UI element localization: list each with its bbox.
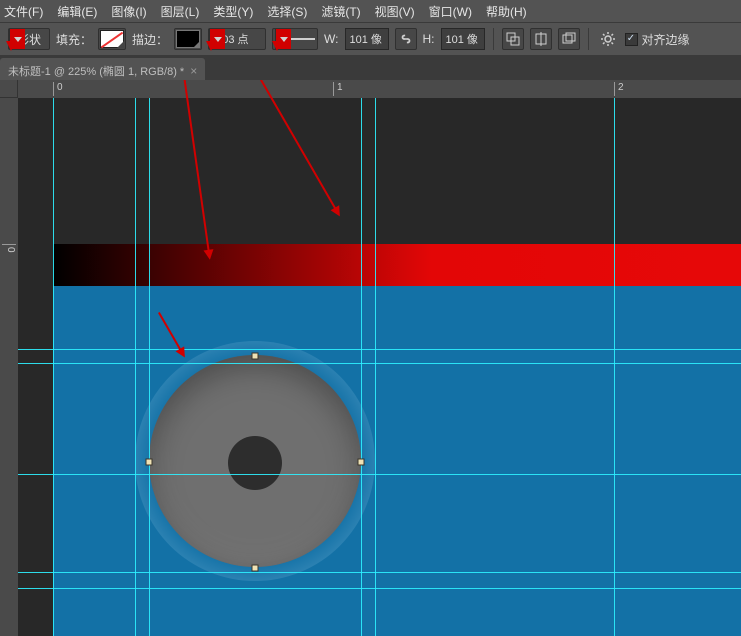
menu-view[interactable]: 视图(V) [375,3,415,20]
align-edges-checkbox[interactable]: ✓ 对齐边缘 [625,31,690,48]
stroke-color-icon [176,30,200,48]
close-icon[interactable]: × [190,64,197,78]
ruler-tick: 0 [53,82,63,96]
align-icon [534,32,548,46]
stroke-width-field[interactable] [208,28,266,50]
arrange-icon [562,32,576,46]
shape-mode-dropdown[interactable]: 形状 [8,28,50,50]
guide-vertical[interactable] [53,98,54,636]
path-anchor-right[interactable] [358,459,365,466]
document-tab[interactable]: 未标题-1 @ 225% (椭圆 1, RGB/8) * × [0,58,205,80]
workspace: 0 1 2 0 [0,80,741,636]
path-anchor-top[interactable] [252,353,259,360]
no-fill-icon [100,30,124,48]
chevron-down-icon [9,29,25,49]
fill-label: 填充： [56,31,92,48]
guide-vertical[interactable] [375,98,376,636]
tool-settings-button[interactable] [597,28,619,50]
menu-bar: 文件(F) 编辑(E) 图像(I) 图层(L) 类型(Y) 选择(S) 滤镜(T… [0,0,741,22]
fill-swatch-none[interactable] [98,28,126,50]
path-arrange-button[interactable] [558,28,580,50]
ruler-horizontal[interactable]: 0 1 2 [18,80,741,98]
chevron-down-icon [275,29,291,49]
combine-icon [506,32,520,46]
menu-file[interactable]: 文件(F) [4,3,43,20]
menu-edit[interactable]: 编辑(E) [57,3,97,20]
menu-window[interactable]: 窗口(W) [429,3,472,20]
path-anchor-bottom[interactable] [252,565,259,572]
link-icon [399,32,413,46]
stroke-label: 描边： [132,31,168,48]
ellipse-center [228,436,282,490]
menu-select[interactable]: 选择(S) [267,3,307,20]
guide-vertical[interactable] [614,98,615,636]
ruler-tick: 1 [333,82,343,96]
guide-horizontal[interactable] [18,572,741,573]
guide-horizontal[interactable] [18,588,741,589]
canvas[interactable] [18,98,741,636]
ruler-vertical[interactable]: 0 [0,98,18,636]
guide-horizontal[interactable] [18,474,741,475]
menu-layer[interactable]: 图层(L) [161,3,200,20]
path-combine-button[interactable] [502,28,524,50]
menu-filter[interactable]: 滤镜(T) [321,3,360,20]
menu-help[interactable]: 帮助(H) [486,3,527,20]
guide-vertical[interactable] [149,98,150,636]
separator [588,28,589,50]
document-tab-row: 未标题-1 @ 225% (椭圆 1, RGB/8) * × [0,56,741,80]
guide-horizontal[interactable] [18,349,741,350]
link-wh-button[interactable] [395,28,417,50]
width-input[interactable] [345,28,389,50]
artwork [18,98,741,636]
height-label: H: [423,32,435,46]
path-anchor-left[interactable] [146,459,153,466]
ruler-tick: 0 [2,244,16,253]
gear-icon [600,31,616,47]
menu-image[interactable]: 图像(I) [111,3,146,20]
document-tab-title: 未标题-1 @ 225% (椭圆 1, RGB/8) * [8,63,184,79]
stroke-style-dropdown[interactable] [272,28,318,50]
separator [493,28,494,50]
gradient-strip [53,244,741,286]
chevron-down-icon [209,29,225,49]
path-align-button[interactable] [530,28,552,50]
height-input[interactable] [441,28,485,50]
options-bar: 形状 填充： 描边： W: H: [0,22,741,56]
width-label: W: [324,32,338,46]
stroke-swatch-black[interactable] [174,28,202,50]
menu-type[interactable]: 类型(Y) [213,3,253,20]
align-edges-label: 对齐边缘 [642,31,690,48]
guide-vertical[interactable] [361,98,362,636]
guide-horizontal[interactable] [18,363,741,364]
ruler-tick: 2 [614,82,624,96]
checkbox-icon: ✓ [625,33,638,46]
guide-vertical[interactable] [135,98,136,636]
ruler-origin[interactable] [0,80,18,98]
